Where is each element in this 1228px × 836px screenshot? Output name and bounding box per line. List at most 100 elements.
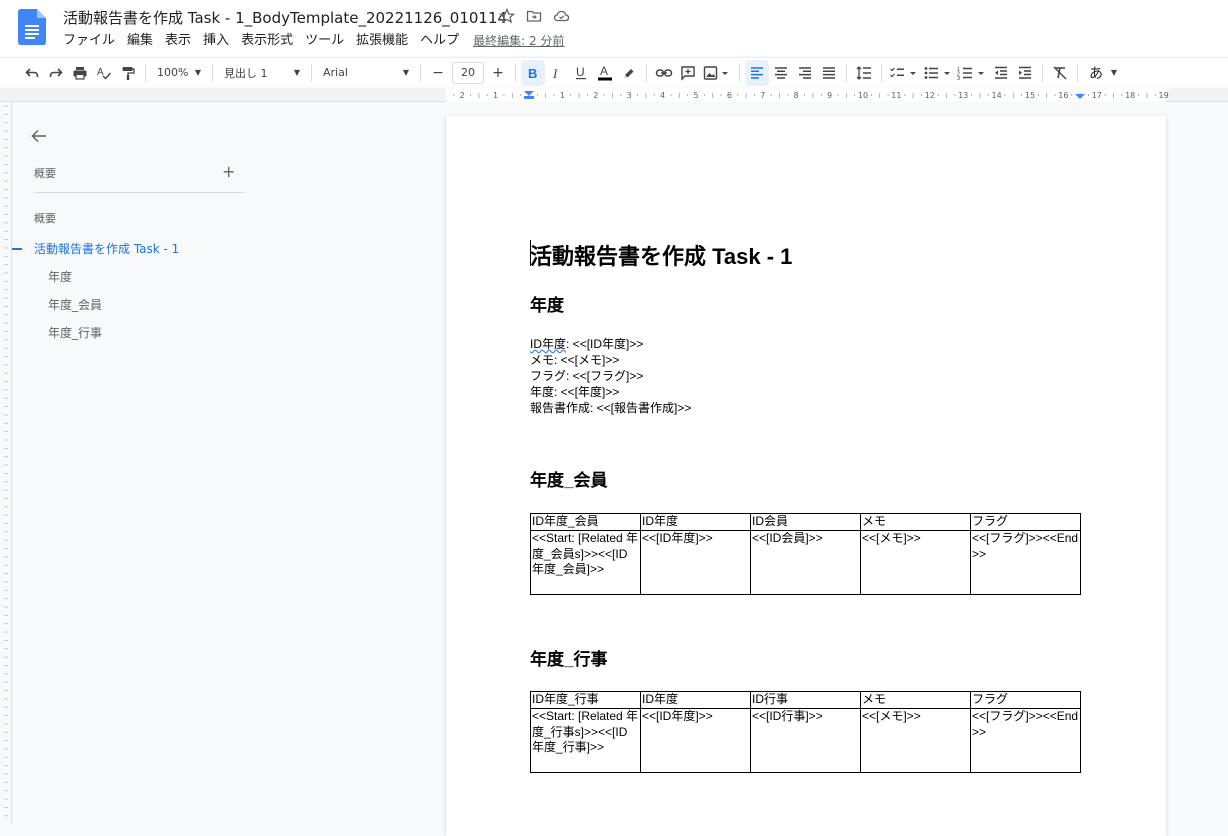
toolbar-divider (311, 63, 312, 82)
align-center-icon[interactable] (769, 60, 793, 86)
menu-format[interactable]: 表示形式 (235, 32, 299, 50)
section-heading-nendo-gyouji[interactable]: 年度_行事 (530, 645, 607, 670)
increase-indent-icon[interactable] (1013, 60, 1037, 86)
outline-item-nendo-kaiin[interactable]: 年度_会員 (12, 296, 272, 324)
table-header-cell[interactable]: ID年度 (640, 513, 751, 531)
cloud-status-icon[interactable] (552, 7, 570, 25)
table-header-cell[interactable]: メモ (860, 691, 971, 709)
toolbar-divider (846, 63, 847, 82)
insert-image-icon[interactable] (700, 60, 734, 86)
table-cell[interactable]: <<[フラグ]>><<End>> (970, 530, 1081, 595)
arrow-back-icon[interactable] (30, 127, 48, 145)
bulleted-list-icon[interactable] (921, 60, 955, 86)
outline-item-label: 活動報告書を作成 Task - 1 (34, 242, 180, 256)
outline-item-nendo-gyouji[interactable]: 年度_行事 (12, 324, 272, 352)
link-icon[interactable] (652, 60, 676, 86)
table-cell[interactable]: <<[メモ]>> (860, 708, 971, 773)
input-tools-select[interactable]: あ ▼ (1083, 60, 1123, 86)
add-comment-icon[interactable] (676, 60, 700, 86)
undo-icon[interactable] (20, 60, 44, 86)
align-left-icon[interactable] (745, 59, 769, 86)
document-title[interactable]: 活動報告書を作成 Task - 1_BodyTemplate_20221126_… (63, 7, 507, 28)
last-edit-link[interactable]: 最終編集: 2 分前 (473, 32, 564, 50)
outline-item-title[interactable]: 活動報告書を作成 Task - 1 (12, 240, 272, 268)
field-list[interactable]: ID年度: <<[ID年度]>> メモ: <<[メモ]>> フラグ: <<[フラ… (530, 336, 691, 416)
table-header-cell[interactable]: フラグ (970, 691, 1081, 709)
vertical-ruler[interactable] (0, 102, 12, 824)
toolbar-divider (145, 63, 146, 82)
table-cell[interactable]: <<[ID会員]>> (750, 530, 861, 595)
field-line: メモ: <<[メモ]>> (530, 353, 620, 367)
menu-help[interactable]: ヘルプ (414, 32, 465, 50)
table-header-cell[interactable]: ID会員 (750, 513, 861, 531)
table-header-cell[interactable]: ID行事 (750, 691, 861, 709)
decrease-font-size-button[interactable]: − (426, 60, 450, 86)
document-heading-title[interactable]: 活動報告書を作成 Task - 1 (530, 239, 792, 271)
toolbar-divider (1077, 63, 1078, 82)
increase-font-size-button[interactable]: + (486, 60, 510, 86)
table-cell[interactable]: <<[フラグ]>><<End>> (970, 708, 1081, 773)
outline-item-nendo[interactable]: 年度 (12, 268, 272, 296)
outline-current-marker (12, 248, 22, 250)
print-icon[interactable] (68, 60, 92, 86)
outline-item-label: 年度_会員 (48, 298, 103, 312)
field-line: ID年度: <<[ID年度]>> (530, 336, 691, 352)
ruler-number: 9 (827, 91, 832, 100)
table-header-cell[interactable]: フラグ (970, 513, 1081, 531)
redo-icon[interactable] (44, 60, 68, 86)
justify-icon[interactable] (817, 60, 841, 86)
table-cell[interactable]: <<[メモ]>> (860, 530, 971, 595)
menu-edit[interactable]: 編集 (121, 32, 159, 50)
table-row: <<Start: [Related 年度_会員s]>><<[ID年度_会員]>>… (530, 530, 1081, 595)
table-header-cell[interactable]: ID年度 (640, 691, 751, 709)
bold-icon[interactable]: B (521, 59, 545, 86)
docs-logo-icon[interactable] (18, 9, 46, 45)
clear-formatting-icon[interactable] (1048, 60, 1072, 86)
table-cell[interactable]: <<Start: [Related 年度_行事s]>><<[ID年度_行事]>> (530, 708, 641, 773)
table-cell[interactable]: <<[ID年度]>> (640, 708, 751, 773)
table-cell[interactable]: <<[ID行事]>> (750, 708, 861, 773)
menu-file[interactable]: ファイル (57, 32, 121, 50)
spellcheck-icon[interactable]: A (92, 60, 116, 86)
star-icon[interactable] (498, 7, 516, 25)
ruler-number: 11 (891, 91, 901, 100)
ruler-scale: 2 1 1 2 3 4 5 6 7 8 9 10 11 12 13 14 15 16 17 18 19 (446, 88, 1169, 102)
menu-view[interactable]: 表示 (159, 32, 197, 50)
chevron-down-icon: ▼ (1110, 68, 1117, 77)
italic-icon[interactable]: I (545, 60, 569, 86)
zoom-select[interactable]: 100% ▼ (151, 60, 207, 86)
table-row: <<Start: [Related 年度_行事s]>><<[ID年度_行事]>>… (530, 708, 1081, 773)
add-summary-button[interactable]: + (222, 162, 235, 181)
table-cell[interactable]: <<[ID年度]>> (640, 530, 751, 595)
table-header-cell[interactable]: メモ (860, 513, 971, 531)
menu-insert[interactable]: 挿入 (197, 32, 235, 50)
paragraph-style-select[interactable]: 見出し 1 ▼ (218, 60, 306, 86)
paint-format-icon[interactable] (116, 60, 140, 86)
table-header-cell[interactable]: ID年度_行事 (530, 691, 641, 709)
text-color-icon[interactable]: A (593, 60, 617, 86)
section-heading-nendo[interactable]: 年度 (530, 291, 564, 316)
decrease-indent-icon[interactable] (989, 60, 1013, 86)
table-nendo-kaiin[interactable]: ID年度_会員 ID年度 ID会員 メモ フラグ <<Start: [Relat… (530, 513, 1081, 595)
outline-summary-heading: 概要 (34, 167, 56, 180)
outline-heading: 概要 (34, 212, 56, 225)
table-header-cell[interactable]: ID年度_会員 (530, 513, 641, 531)
numbered-list-icon[interactable]: 123 (955, 60, 989, 86)
ruler-number: 19 (1159, 91, 1169, 100)
checklist-icon[interactable] (887, 60, 921, 86)
font-size-input[interactable]: 20 (452, 61, 484, 84)
horizontal-ruler[interactable]: 2 1 1 2 3 4 5 6 7 8 9 10 11 12 13 14 15 16 17 18 19 (0, 88, 1228, 102)
menu-extensions[interactable]: 拡張機能 (350, 32, 414, 50)
table-cell[interactable]: <<Start: [Related 年度_会員s]>><<[ID年度_会員]>> (530, 530, 641, 595)
document-page[interactable]: 活動報告書を作成 Task - 1 年度 ID年度: <<[ID年度]>> メモ… (446, 116, 1166, 836)
line-spacing-icon[interactable] (852, 60, 876, 86)
align-right-icon[interactable] (793, 60, 817, 86)
section-heading-nendo-kaiin[interactable]: 年度_会員 (530, 466, 607, 491)
highlight-icon[interactable] (617, 60, 641, 86)
menu-tools[interactable]: ツール (299, 32, 350, 50)
table-nendo-gyouji[interactable]: ID年度_行事 ID年度 ID行事 メモ フラグ <<Start: [Relat… (530, 691, 1081, 773)
vertical-ruler-scale (4, 105, 8, 817)
underline-icon[interactable]: U (569, 60, 593, 86)
move-folder-icon[interactable] (525, 7, 543, 25)
font-select[interactable]: Arial ▼ (317, 60, 415, 86)
